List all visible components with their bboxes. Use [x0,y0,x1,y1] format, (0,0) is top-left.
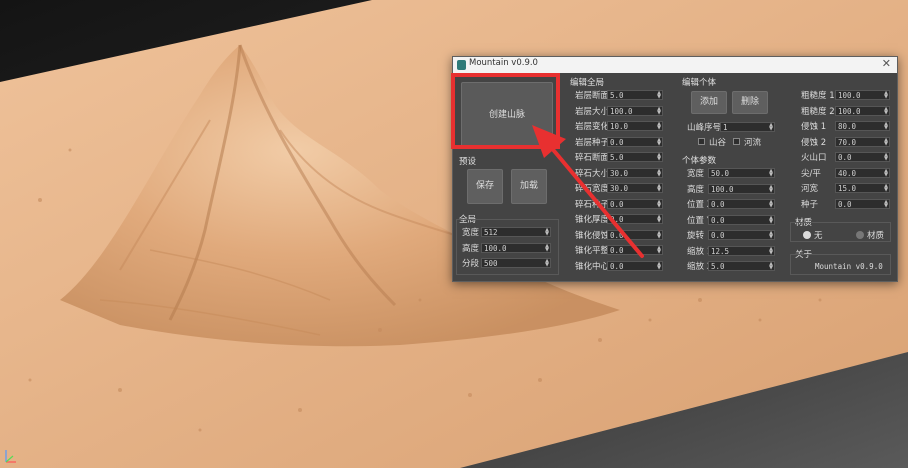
annotation-arrow-icon [532,125,644,258]
